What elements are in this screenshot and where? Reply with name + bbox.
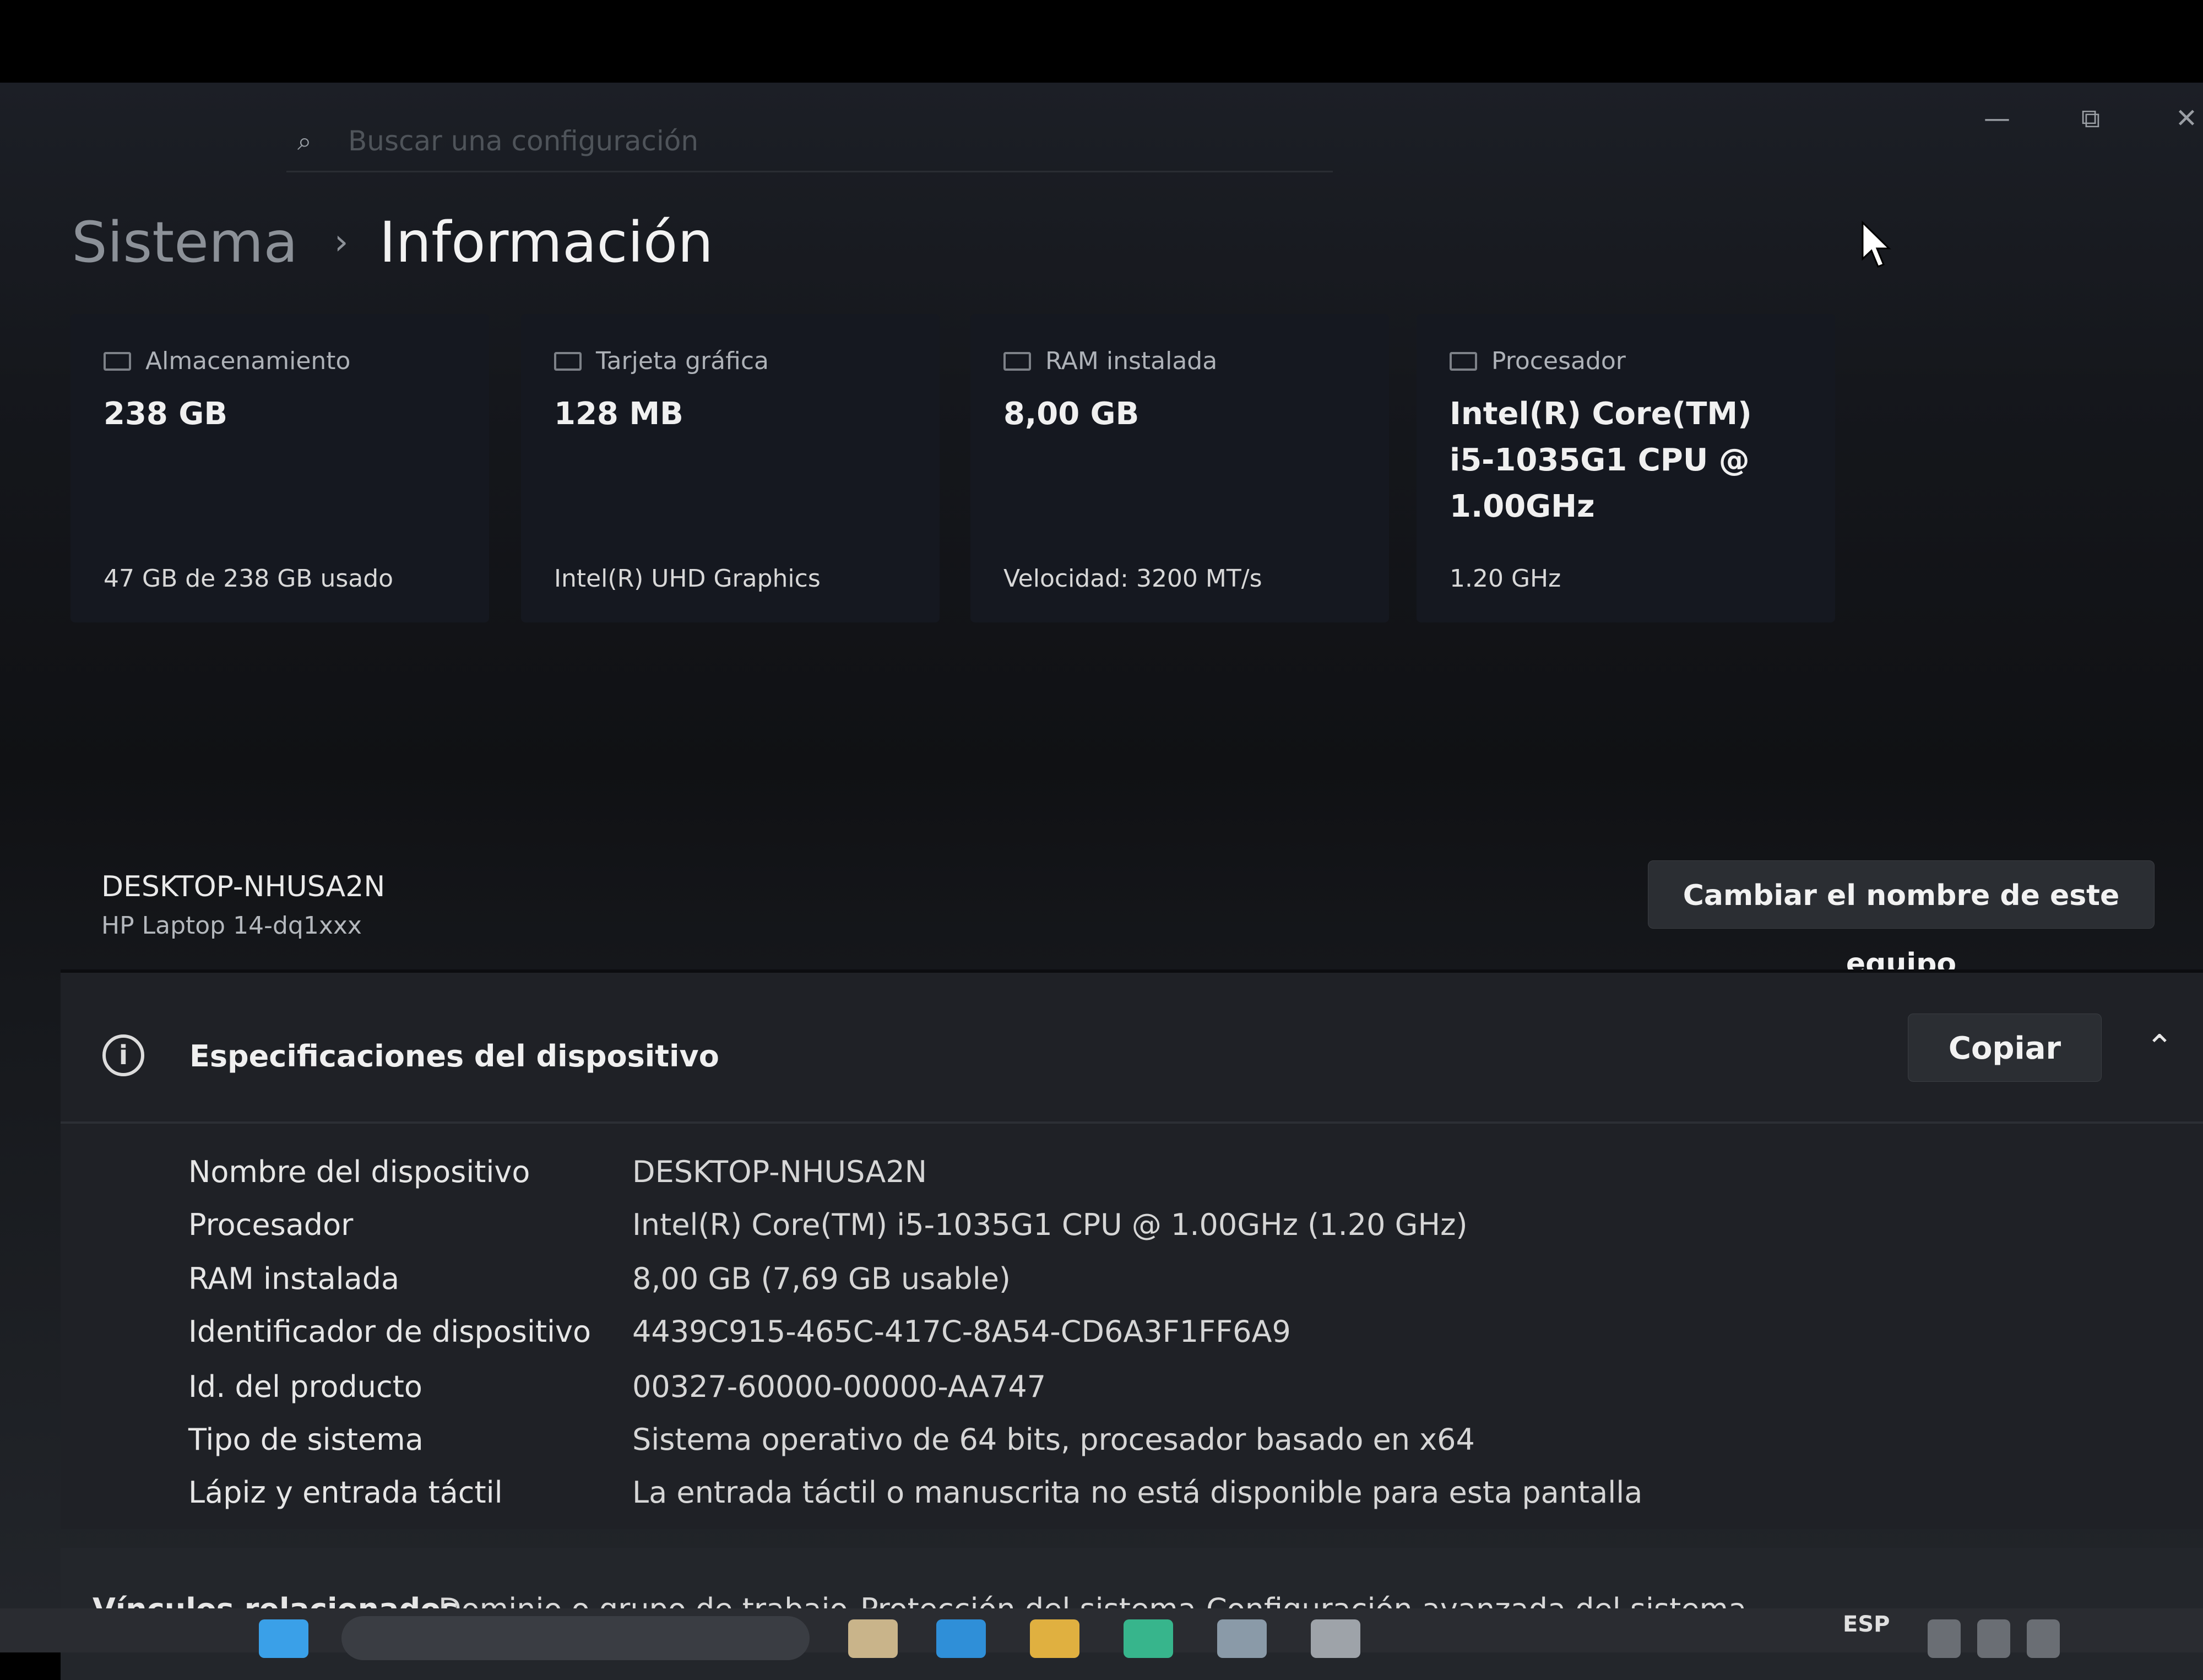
- spec-label: Identificador de dispositivo: [188, 1314, 592, 1349]
- language-indicator[interactable]: ESP: [1843, 1612, 1890, 1637]
- processor-value-line: 1.00GHz: [1450, 489, 1595, 524]
- storage-card-value: 238 GB: [104, 396, 228, 432]
- processor-value-line: i5-1035G1 CPU @: [1450, 442, 1750, 478]
- spec-value: Sistema operativo de 64 bits, procesador…: [632, 1422, 1475, 1457]
- graphics-card[interactable]: Tarjeta gráfica 128 MB Intel(R) UHD Grap…: [521, 314, 940, 622]
- spec-value: La entrada táctil o manuscrita no está d…: [632, 1475, 1643, 1510]
- maximize-button[interactable]: ⧉: [2058, 94, 2124, 143]
- screen-bezel: [0, 0, 2203, 83]
- ram-card[interactable]: RAM instalada 8,00 GB Velocidad: 3200 MT…: [970, 314, 1389, 622]
- graphics-card-value: 128 MB: [554, 396, 683, 432]
- spec-label: Nombre del dispositivo: [188, 1155, 530, 1189]
- breadcrumb-parent[interactable]: Sistema: [72, 210, 298, 275]
- spec-value: 8,00 GB (7,69 GB usable): [632, 1261, 1011, 1296]
- spec-value: 00327-60000-00000-AA747: [632, 1369, 1046, 1404]
- spec-label: RAM instalada: [188, 1261, 400, 1296]
- spec-label: Tipo de sistema: [188, 1422, 424, 1457]
- processor-card[interactable]: Procesador Intel(R) Core(TM) i5-1035G1 C…: [1417, 314, 1835, 622]
- spec-row: Identificador de dispositivo 4439C915-46…: [188, 1314, 2116, 1364]
- spec-value: 4439C915-465C-417C-8A54-CD6A3F1FF6A9: [632, 1314, 1291, 1349]
- copy-button[interactable]: Copiar: [1908, 1014, 2102, 1082]
- spec-row: Tipo de sistema Sistema operativo de 64 …: [188, 1422, 2116, 1472]
- processor-card-value: Intel(R) Core(TM) i5-1035G1 CPU @ 1.00GH…: [1450, 391, 1802, 530]
- spec-label: Procesador: [188, 1207, 354, 1242]
- processor-card-title: Procesador: [1491, 347, 1626, 375]
- device-model: HP Laptop 14-dq1xxx: [101, 912, 362, 940]
- processor-value-line: Intel(R) Core(TM): [1450, 396, 1752, 432]
- storage-card[interactable]: Almacenamiento 238 GB 47 GB de 238 GB us…: [70, 314, 489, 622]
- chevron-up-icon[interactable]: ⌃: [2140, 1028, 2179, 1066]
- spec-row: Procesador Intel(R) Core(TM) i5-1035G1 C…: [188, 1207, 2116, 1257]
- device-specs-panel: i Especificaciones del dispositivo Copia…: [61, 969, 2203, 1529]
- spec-row: Lápiz y entrada táctil La entrada táctil…: [188, 1475, 2116, 1525]
- mouse-cursor-icon: [1862, 220, 1891, 268]
- processor-card-sub: 1.20 GHz: [1450, 565, 1561, 593]
- spec-value: Intel(R) Core(TM) i5-1035G1 CPU @ 1.00GH…: [632, 1207, 1468, 1242]
- breadcrumb: Sistema › Información: [72, 198, 713, 286]
- spec-row: RAM instalada 8,00 GB (7,69 GB usable): [188, 1261, 2116, 1311]
- page-title: Información: [379, 209, 713, 275]
- search-icon: ⌕: [297, 126, 312, 156]
- graphics-card-icon: [554, 351, 582, 371]
- search-input[interactable]: [347, 122, 1285, 160]
- search-box[interactable]: ⌕: [286, 110, 1333, 172]
- spec-row: Id. del producto 00327-60000-00000-AA747: [188, 1369, 2116, 1419]
- device-name: DESKTOP-NHUSA2N: [101, 870, 386, 903]
- spec-row: Nombre del dispositivo DESKTOP-NHUSA2N: [188, 1155, 2116, 1204]
- spec-label: Id. del producto: [188, 1369, 422, 1404]
- storage-card-title: Almacenamiento: [145, 347, 351, 375]
- divider: [61, 1121, 2203, 1124]
- ram-card-title: RAM instalada: [1045, 347, 1218, 375]
- close-button[interactable]: ✕: [2153, 94, 2203, 143]
- graphics-card-sub: Intel(R) UHD Graphics: [554, 565, 821, 593]
- spec-value: DESKTOP-NHUSA2N: [632, 1155, 927, 1189]
- ram-icon: [1003, 351, 1031, 371]
- taskbar-search[interactable]: [341, 1616, 810, 1660]
- graphics-card-title: Tarjeta gráfica: [596, 347, 769, 375]
- settings-window: ⌕ — ⧉ ✕ Sistema › Información Almacenami…: [0, 83, 2203, 1680]
- spec-label: Lápiz y entrada táctil: [188, 1475, 503, 1510]
- taskbar: ESP: [0, 1608, 2203, 1660]
- minimize-button[interactable]: —: [1964, 94, 2030, 143]
- storage-icon: [104, 351, 131, 371]
- ram-card-sub: Velocidad: 3200 MT/s: [1003, 565, 1262, 593]
- ram-card-value: 8,00 GB: [1003, 396, 1140, 432]
- info-icon: i: [102, 1034, 144, 1076]
- rename-pc-button[interactable]: Cambiar el nombre de este equipo: [1648, 860, 2155, 980]
- processor-icon: [1450, 351, 1477, 371]
- breadcrumb-separator-icon: ›: [334, 222, 349, 263]
- device-specs-title[interactable]: Especificaciones del dispositivo: [189, 1039, 719, 1074]
- storage-card-sub: 47 GB de 238 GB usado: [104, 565, 394, 593]
